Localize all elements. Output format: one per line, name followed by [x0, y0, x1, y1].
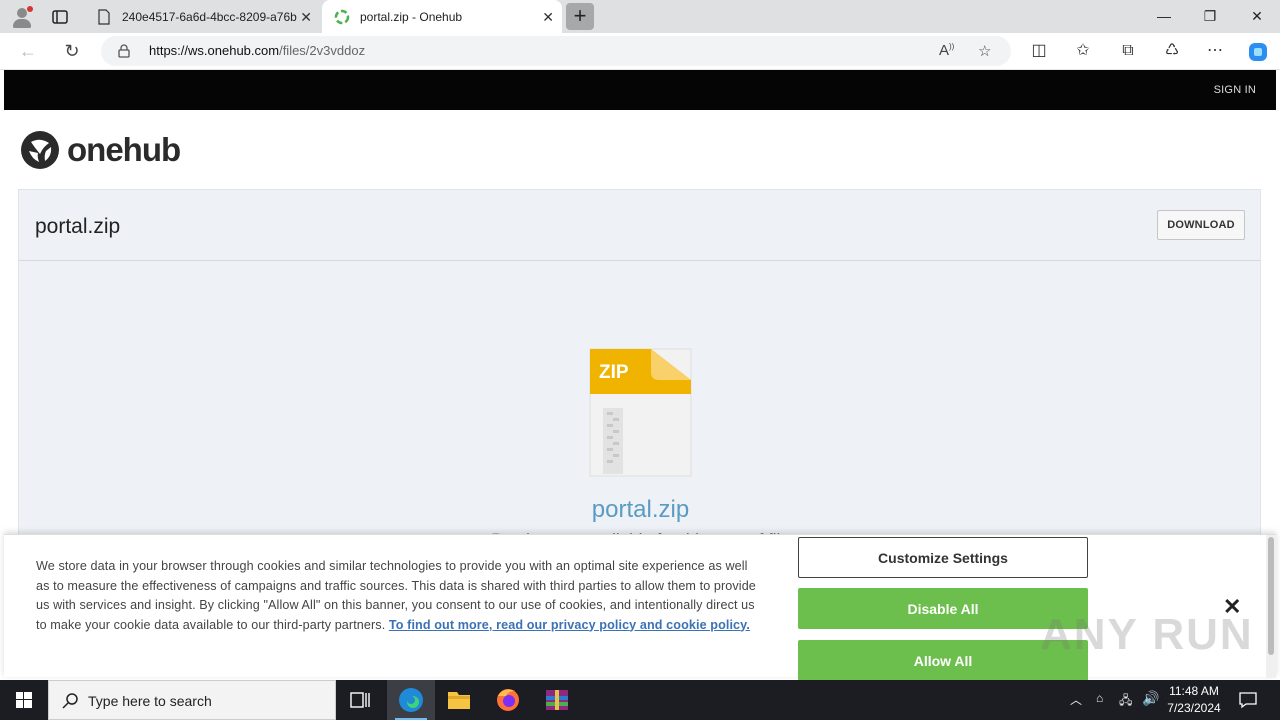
address-toolbar: ← ↻ https://ws.onehub.com/files/2v3vddoz… — [0, 33, 1280, 70]
taskbar-search-box[interactable]: Type here to search — [48, 680, 336, 720]
windows-logo-icon — [16, 692, 32, 708]
notifications-icon[interactable] — [1238, 690, 1258, 710]
tab-file[interactable]: 240e4517-6a6d-4bcc-8209-a76bb ✕ — [84, 0, 320, 33]
new-tab-button[interactable]: + — [566, 3, 594, 30]
collections-icon[interactable]: ⧉ — [1118, 41, 1138, 61]
url-text: https://ws.onehub.com/files/2v3vddoz — [149, 43, 366, 58]
tab-label: 240e4517-6a6d-4bcc-8209-a76bb — [122, 9, 297, 24]
back-arrow-icon[interactable]: ← — [16, 39, 40, 63]
firefox-icon[interactable] — [484, 680, 532, 720]
read-aloud-icon[interactable]: A)) — [939, 42, 954, 59]
privacy-policy-link[interactable]: To find out more, read our privacy polic… — [389, 618, 750, 632]
tab-actions-icon[interactable] — [50, 7, 70, 27]
lock-icon — [118, 44, 130, 58]
winrar-icon[interactable] — [533, 680, 581, 720]
show-hidden-icons-icon[interactable]: ︿ — [1070, 691, 1082, 720]
download-button[interactable]: DOWNLOAD — [1157, 210, 1245, 240]
restore-icon[interactable]: ❐ — [1187, 0, 1233, 33]
copilot-icon[interactable] — [1247, 41, 1267, 61]
zip-badge: ZIP — [599, 362, 629, 383]
windows-taskbar: Type here to search ︿ ⌂ 🖧 🔊 11:48 AM 7/2… — [0, 680, 1280, 720]
extensions-icon[interactable]: ♺ — [1162, 41, 1182, 61]
address-bar[interactable]: https://ws.onehub.com/files/2v3vddoz A))… — [101, 36, 1011, 66]
cookie-text: We store data in your browser through co… — [36, 557, 756, 635]
file-icon — [98, 8, 110, 25]
scrollbar-thumb[interactable] — [1268, 537, 1274, 655]
network-icon[interactable]: 🖧 — [1119, 691, 1132, 720]
page-scrollbar[interactable] — [1266, 535, 1276, 678]
more-menu-icon[interactable]: ⋯ — [1205, 41, 1225, 61]
watermark: ANY RUN — [1040, 610, 1254, 659]
onehub-logo-icon — [21, 131, 59, 169]
search-placeholder: Type here to search — [88, 693, 212, 709]
close-tab-icon[interactable]: ✕ — [542, 9, 554, 26]
network-share-icon[interactable]: ⌂ — [1096, 691, 1103, 720]
tab-label: portal.zip - Onehub — [360, 9, 463, 24]
close-tab-icon[interactable]: ✕ — [300, 9, 312, 26]
task-view-icon[interactable] — [336, 680, 384, 720]
file-title: portal.zip — [35, 215, 121, 238]
edge-taskbar-icon[interactable] — [387, 680, 435, 720]
cookie-banner: We store data in your browser through co… — [4, 534, 1276, 681]
preview-file-name: portal.zip — [591, 496, 690, 523]
split-screen-icon[interactable]: ◫ — [1029, 41, 1049, 61]
browser-tab-bar: 240e4517-6a6d-4bcc-8209-a76bb ✕ portal.z… — [0, 0, 1280, 33]
site-top-bar: SIGN IN — [4, 70, 1276, 110]
clock-date: 7/23/2024 — [1167, 701, 1221, 715]
file-explorer-icon[interactable] — [435, 680, 483, 720]
refresh-icon[interactable]: ↻ — [60, 39, 84, 63]
onehub-logo[interactable]: onehub — [19, 129, 181, 171]
favorites-icon[interactable]: ✩ — [1073, 41, 1093, 61]
tab-onehub[interactable]: portal.zip - Onehub ✕ — [322, 0, 562, 33]
sign-in-link[interactable]: SIGN IN — [1214, 84, 1256, 96]
clock-time: 11:48 AM — [1169, 684, 1219, 698]
file-header: portal.zip DOWNLOAD — [19, 190, 1260, 261]
onehub-favicon-icon — [334, 9, 350, 24]
customize-settings-button[interactable]: Customize Settings — [798, 537, 1088, 578]
brand-name: onehub — [67, 131, 181, 168]
profile-avatar-icon[interactable] — [10, 5, 34, 29]
close-window-icon[interactable]: ✕ — [1234, 0, 1280, 33]
zip-file-icon: ZIP — [589, 348, 692, 477]
start-button[interactable] — [0, 680, 48, 720]
search-icon — [62, 693, 78, 709]
favorite-star-icon[interactable]: ☆ — [978, 42, 991, 60]
volume-icon[interactable]: 🔊 — [1142, 690, 1159, 720]
minimize-icon[interactable]: — — [1141, 0, 1187, 33]
system-clock[interactable]: 11:48 AM 7/23/2024 — [1158, 683, 1230, 717]
